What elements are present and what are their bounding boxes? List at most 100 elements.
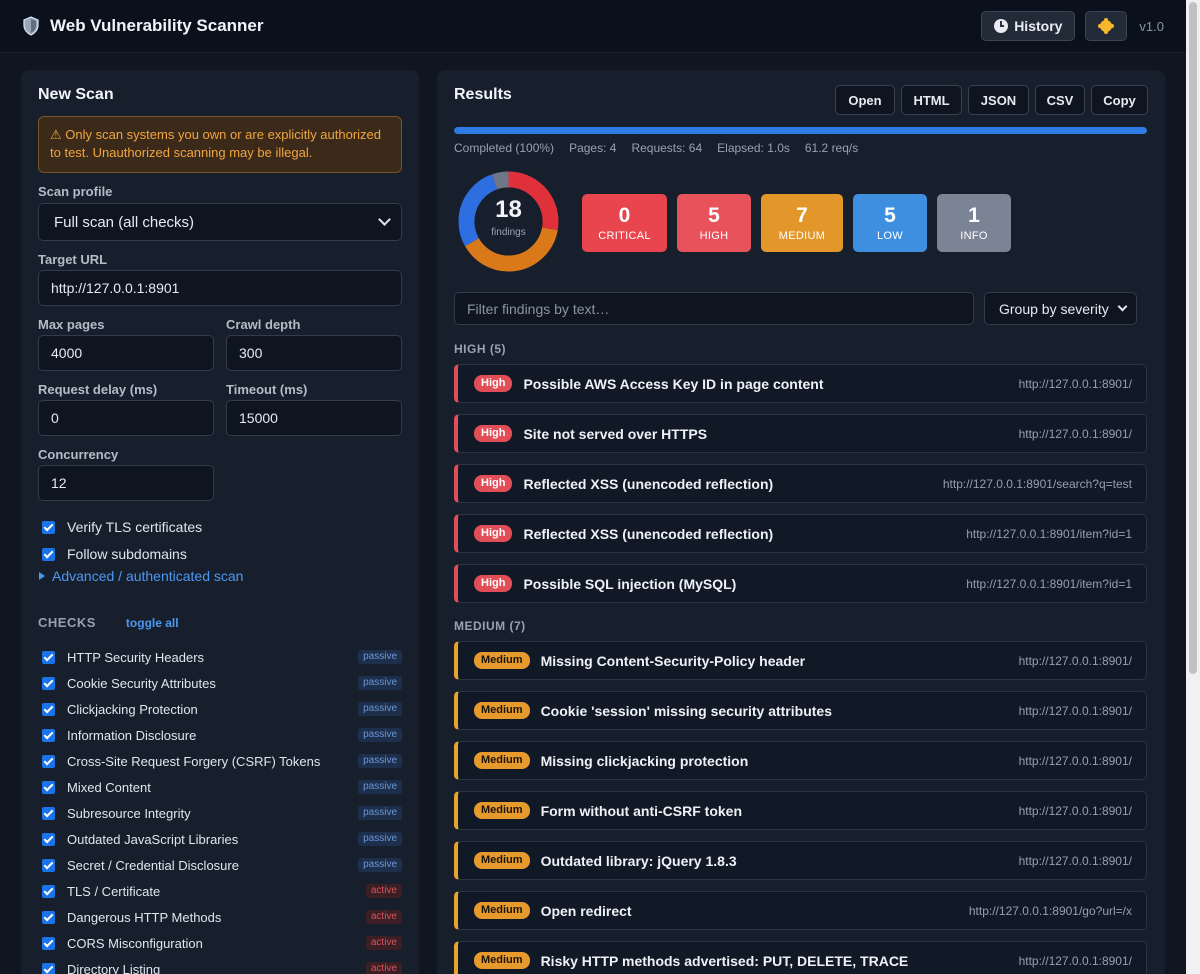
max-pages-label: Max pages [38, 317, 105, 332]
verify-tls-checkbox[interactable] [42, 520, 55, 534]
request-rate: 61.2 req/s [804, 141, 859, 155]
severity-critical-box[interactable]: 0 CRITICAL [582, 194, 667, 252]
toggle-all-link[interactable]: toggle all [126, 616, 179, 630]
finding-row[interactable]: Medium Outdated library: jQuery 1.8.3 http… [454, 841, 1147, 880]
history-button[interactable]: History [981, 11, 1076, 41]
check-checkbox[interactable] [42, 884, 55, 898]
check-label: TLS / Certificate [67, 883, 161, 899]
medium-group-heading: MEDIUM (7) [454, 619, 526, 633]
check-checkbox[interactable] [42, 754, 55, 768]
advanced-scan-toggle[interactable]: Advanced / authenticated scan [39, 568, 243, 584]
group-by-select[interactable]: Group by severity [984, 292, 1137, 325]
request-delay-input[interactable]: 0 [38, 400, 214, 436]
check-checkbox[interactable] [42, 962, 55, 974]
severity-count: 7 [796, 203, 808, 227]
check-item[interactable]: Directory Listing active [38, 959, 402, 974]
html-export-button[interactable]: HTML [901, 85, 962, 115]
check-item[interactable]: Information Disclosure passive [38, 725, 402, 745]
check-item[interactable]: Outdated JavaScript Libraries passive [38, 829, 402, 849]
target-url-input[interactable]: http://127.0.0.1:8901 [38, 270, 402, 306]
severity-high-box[interactable]: 5 HIGH [677, 194, 751, 252]
follow-subdomains-checkbox[interactable] [42, 547, 55, 561]
group-by-value: Group by severity [999, 300, 1109, 317]
severity-badge: High [474, 425, 513, 442]
page-scrollbar[interactable] [1186, 0, 1200, 974]
csv-export-button[interactable]: CSV [1035, 85, 1085, 115]
pages-count: Pages: 4 [569, 141, 617, 155]
finding-row[interactable]: Medium Form without anti-CSRF token http:/… [454, 791, 1147, 830]
max-pages-input[interactable]: 4000 [38, 335, 214, 371]
finding-row[interactable]: Medium Risky HTTP methods advertised: PUT… [454, 941, 1147, 974]
finding-row[interactable]: High Reflected XSS (unencoded reflection)… [454, 514, 1147, 553]
check-type-tag: active [365, 884, 402, 898]
json-export-button[interactable]: JSON [968, 85, 1029, 115]
severity-medium-box[interactable]: 7 MEDIUM [761, 194, 843, 252]
finding-row[interactable]: High Site not served over HTTPS http://127… [454, 414, 1147, 453]
check-item[interactable]: CORS Misconfiguration active [38, 933, 402, 953]
finding-url: http://127.0.0.1:8901/ [1018, 376, 1132, 391]
check-item[interactable]: Clickjacking Protection passive [38, 699, 402, 719]
check-type-tag: passive [358, 806, 402, 820]
check-type-tag: passive [358, 728, 402, 742]
finding-row[interactable]: High Possible AWS Access Key ID in page c… [454, 364, 1147, 403]
requests-count: Requests: 64 [631, 141, 703, 155]
check-type-tag: passive [358, 702, 402, 716]
results-panel: Results Open HTML JSON CSV Copy Complete… [437, 70, 1165, 974]
timeout-input[interactable]: 15000 [226, 400, 402, 436]
check-checkbox[interactable] [42, 806, 55, 820]
finding-url: http://127.0.0.1:8901/ [1018, 653, 1132, 668]
check-checkbox[interactable] [42, 676, 55, 690]
filter-findings-input[interactable]: Filter findings by text… [454, 292, 974, 325]
disclosure-triangle-icon [39, 572, 45, 580]
check-checkbox[interactable] [42, 936, 55, 950]
open-button[interactable]: Open [835, 85, 895, 115]
sun-icon [1100, 20, 1113, 32]
check-type-tag: active [365, 936, 402, 950]
copy-button[interactable]: Copy [1091, 85, 1148, 115]
checks-header: CHECKS toggle all [38, 615, 179, 630]
theme-toggle-button[interactable] [1085, 11, 1128, 41]
version-label: v1.0 [1139, 18, 1164, 34]
check-checkbox[interactable] [42, 858, 55, 872]
check-checkbox[interactable] [42, 728, 55, 742]
check-checkbox[interactable] [42, 780, 55, 794]
severity-badge: Medium [474, 702, 530, 719]
finding-row[interactable]: Medium Cookie 'session' missing security … [454, 691, 1147, 730]
scrollbar-thumb[interactable] [1189, 2, 1197, 674]
severity-info-box[interactable]: 1 INFO [937, 194, 1011, 252]
finding-row[interactable]: Medium Missing Content-Security-Policy he… [454, 641, 1147, 680]
severity-low-box[interactable]: 5 LOW [853, 194, 927, 252]
check-checkbox[interactable] [42, 832, 55, 846]
finding-title: Missing Content-Security-Policy header [540, 652, 806, 669]
finding-row[interactable]: Medium Open redirect http://127.0.0.1:8901… [454, 891, 1147, 930]
crawl-depth-input[interactable]: 300 [226, 335, 402, 371]
verify-tls-option[interactable]: Verify TLS certificates [42, 519, 202, 535]
scan-stats: Completed (100%) Pages: 4 Requests: 64 E… [454, 141, 858, 155]
check-item[interactable]: Cross-Site Request Forgery (CSRF) Tokens… [38, 751, 402, 771]
check-item[interactable]: Mixed Content passive [38, 777, 402, 797]
follow-subdomains-option[interactable]: Follow subdomains [42, 546, 187, 562]
finding-url: http://127.0.0.1:8901/go?url=/x [968, 903, 1132, 918]
concurrency-input[interactable]: 12 [38, 465, 214, 501]
check-item[interactable]: Subresource Integrity passive [38, 803, 402, 823]
scan-progress-bar [454, 127, 1147, 134]
check-checkbox[interactable] [42, 910, 55, 924]
check-item[interactable]: TLS / Certificate active [38, 881, 402, 901]
check-checkbox[interactable] [42, 650, 55, 664]
finding-row[interactable]: Medium Missing clickjacking protection htt… [454, 741, 1147, 780]
check-item[interactable]: Dangerous HTTP Methods active [38, 907, 402, 927]
finding-row[interactable]: High Possible SQL injection (MySQL) http:/… [454, 564, 1147, 603]
finding-title: Open redirect [540, 902, 632, 919]
scan-profile-select[interactable]: Full scan (all checks) [38, 203, 402, 241]
check-item[interactable]: HTTP Security Headers passive [38, 647, 402, 667]
finding-row[interactable]: High Reflected XSS (unencoded reflection)… [454, 464, 1147, 503]
severity-label: INFO [960, 229, 988, 242]
findings-total-label: findings [491, 227, 526, 238]
check-checkbox[interactable] [42, 702, 55, 716]
check-item[interactable]: Cookie Security Attributes passive [38, 673, 402, 693]
timeout-label: Timeout (ms) [226, 382, 308, 397]
finding-title: Outdated library: jQuery 1.8.3 [540, 852, 737, 869]
check-type-tag: passive [358, 832, 402, 846]
crawl-depth-label: Crawl depth [226, 317, 301, 332]
check-item[interactable]: Secret / Credential Disclosure passive [38, 855, 402, 875]
